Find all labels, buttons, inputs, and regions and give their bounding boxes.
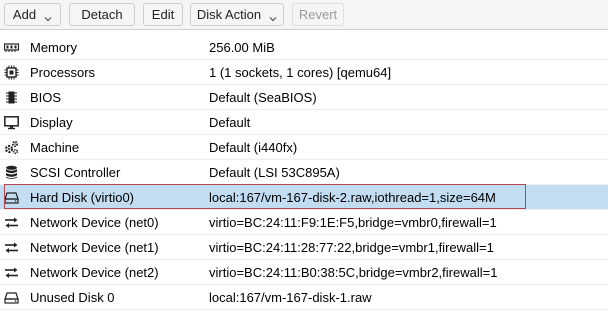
- edit-button[interactable]: Edit: [143, 3, 183, 26]
- hardware-row-processors[interactable]: Processors 1 (1 sockets, 1 cores) [qemu6…: [0, 60, 608, 85]
- row-value: virtio=BC:24:11:F9:1E:F5,bridge=vmbr0,fi…: [209, 215, 497, 230]
- row-value: local:167/vm-167-disk-2.raw,iothread=1,s…: [209, 190, 496, 205]
- chevron-down-icon: [44, 11, 52, 21]
- hardware-row-unused-disk-0[interactable]: Unused Disk 0 local:167/vm-167-disk-1.ra…: [0, 285, 608, 310]
- hardware-row-machine[interactable]: Machine Default (i440fx): [0, 135, 608, 160]
- hardware-row-memory[interactable]: Memory 256.00 MiB: [0, 35, 608, 60]
- network-arrows-icon: [4, 215, 19, 230]
- row-value: virtio=BC:24:11:B0:38:5C,bridge=vmbr2,fi…: [209, 265, 498, 280]
- row-value: Default (LSI 53C895A): [209, 165, 340, 180]
- hardware-row-network-net0[interactable]: Network Device (net0) virtio=BC:24:11:F9…: [0, 210, 608, 235]
- row-label: Display: [30, 115, 73, 130]
- disk-action-button[interactable]: Disk Action: [190, 3, 284, 26]
- monitor-icon: [4, 115, 19, 130]
- network-arrows-icon: [4, 265, 19, 280]
- add-button-label: Add: [12, 7, 37, 22]
- database-icon: [4, 165, 19, 180]
- row-value: virtio=BC:24:11:28:77:22,bridge=vmbr1,fi…: [209, 240, 494, 255]
- row-label: Machine: [30, 140, 80, 155]
- row-label: Hard Disk (virtio0): [30, 190, 135, 205]
- hardware-row-bios[interactable]: BIOS Default (SeaBIOS): [0, 85, 608, 110]
- bios-chip-icon: [4, 90, 19, 105]
- gears-icon: [4, 140, 19, 155]
- row-value: 1 (1 sockets, 1 cores) [qemu64]: [209, 65, 392, 80]
- hardware-row-network-net1[interactable]: Network Device (net1) virtio=BC:24:11:28…: [0, 235, 608, 260]
- hard-disk-icon: [4, 290, 19, 305]
- detach-button[interactable]: Detach: [69, 3, 135, 26]
- revert-button-label: Revert: [298, 7, 338, 22]
- row-value: local:167/vm-167-disk-1.raw: [209, 290, 372, 305]
- row-label: BIOS: [30, 90, 62, 105]
- row-label: Network Device (net2): [30, 265, 159, 280]
- row-label: Memory: [30, 40, 77, 55]
- hard-disk-icon: [4, 190, 19, 205]
- row-label: Network Device (net0): [30, 215, 159, 230]
- row-value: Default (SeaBIOS): [209, 90, 317, 105]
- hardware-row-display[interactable]: Display Default: [0, 110, 608, 135]
- toolbar: Add Detach Edit Disk Action Revert: [0, 0, 608, 30]
- edit-button-label: Edit: [151, 7, 175, 22]
- row-label: Processors: [30, 65, 96, 80]
- row-value: 256.00 MiB: [209, 40, 275, 55]
- chevron-down-icon: [269, 11, 277, 21]
- detach-button-label: Detach: [81, 7, 123, 22]
- hardware-row-hard-disk-virtio0[interactable]: Hard Disk (virtio0) local:167/vm-167-dis…: [0, 185, 608, 210]
- row-label: Network Device (net1): [30, 240, 159, 255]
- disk-action-button-label: Disk Action: [196, 7, 262, 22]
- cpu-icon: [4, 65, 19, 80]
- network-arrows-icon: [4, 240, 19, 255]
- row-value: Default: [209, 115, 251, 130]
- hardware-row-network-net2[interactable]: Network Device (net2) virtio=BC:24:11:B0…: [0, 260, 608, 285]
- row-label: Unused Disk 0: [30, 290, 115, 305]
- hardware-grid: Memory 256.00 MiB Processors 1 (1 socket…: [0, 35, 608, 310]
- row-label: SCSI Controller: [30, 165, 121, 180]
- hardware-row-scsi-controller[interactable]: SCSI Controller Default (LSI 53C895A): [0, 160, 608, 185]
- memory-icon: [4, 40, 19, 55]
- row-value: Default (i440fx): [209, 140, 298, 155]
- add-button[interactable]: Add: [4, 3, 61, 26]
- revert-button[interactable]: Revert: [292, 3, 344, 26]
